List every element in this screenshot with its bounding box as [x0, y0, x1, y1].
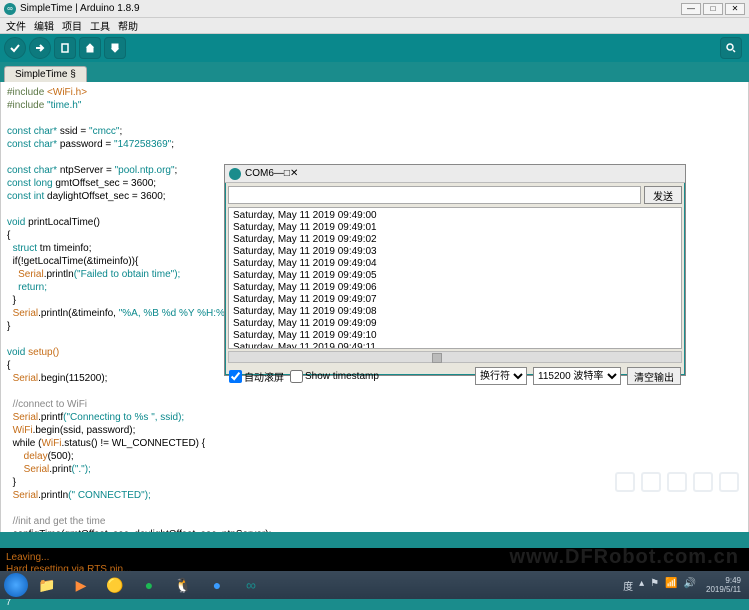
line-ending-select[interactable]: 换行符 — [475, 367, 527, 385]
menu-tools[interactable]: 工具 — [90, 18, 110, 33]
serial-close-button[interactable]: ✕ — [290, 168, 298, 179]
maximize-button[interactable]: □ — [703, 3, 723, 15]
titlebar: SimpleTime | Arduino 1.8.9 — □ ✕ — [0, 0, 749, 18]
baidu-icon: 度 — [623, 578, 633, 593]
serial-title: COM6 — [245, 168, 274, 179]
network-icon: 📶 — [665, 578, 677, 593]
menubar: 文件 编辑 项目 工具 帮助 — [0, 18, 749, 34]
serial-line: Saturday, May 11 2019 09:49:02 — [233, 234, 677, 246]
serial-line: Saturday, May 11 2019 09:49:11 — [233, 342, 677, 349]
chevron-up-icon: ▴ — [639, 578, 644, 593]
menu-edit[interactable]: 编辑 — [34, 18, 54, 33]
tray-icons[interactable]: 度 ▴ ⚑ 📶 🔊 — [623, 578, 696, 593]
arduino-icon — [4, 3, 16, 15]
toolbar — [0, 34, 749, 62]
serial-log[interactable]: Saturday, May 11 2019 09:49:00Saturday, … — [228, 207, 682, 349]
horizontal-scrollbar[interactable] — [228, 351, 682, 363]
timestamp-checkbox[interactable]: Show timestamp — [290, 370, 379, 383]
task-chrome[interactable]: 🟡 — [100, 574, 130, 596]
task-arduino[interactable]: ∞ — [236, 574, 266, 596]
serial-line: Saturday, May 11 2019 09:49:08 — [233, 306, 677, 318]
serial-line: Saturday, May 11 2019 09:49:00 — [233, 210, 677, 222]
faded-desktop-icons — [615, 472, 739, 492]
taskbar: 📁 ▶ 🟡 ● 🐧 ● ∞ 度 ▴ ⚑ 📶 🔊 9:49 2019/5/11 — [0, 571, 749, 599]
verify-button[interactable] — [4, 37, 26, 59]
new-button[interactable] — [54, 37, 76, 59]
task-media[interactable]: ▶ — [66, 574, 96, 596]
start-button[interactable] — [4, 573, 28, 597]
serial-minimize-button[interactable]: — — [274, 168, 284, 179]
serial-line: Saturday, May 11 2019 09:49:09 — [233, 318, 677, 330]
task-spotify[interactable]: ● — [134, 574, 164, 596]
upload-button[interactable] — [29, 37, 51, 59]
serial-line: Saturday, May 11 2019 09:49:04 — [233, 258, 677, 270]
minimize-button[interactable]: — — [681, 3, 701, 15]
tabbar: SimpleTime § — [0, 62, 749, 82]
serial-line: Saturday, May 11 2019 09:49:07 — [233, 294, 677, 306]
console-line: Leaving... — [6, 552, 743, 564]
serial-line: Saturday, May 11 2019 09:49:03 — [233, 246, 677, 258]
save-button[interactable] — [104, 37, 126, 59]
serial-monitor-window: COM6 — □ ✕ 发送 Saturday, May 11 2019 09:4… — [224, 164, 686, 376]
serial-titlebar: COM6 — □ ✕ — [225, 165, 685, 183]
menu-help[interactable]: 帮助 — [118, 18, 138, 33]
serial-line: Saturday, May 11 2019 09:49:05 — [233, 270, 677, 282]
serial-line: Saturday, May 11 2019 09:49:06 — [233, 282, 677, 294]
serial-send-button[interactable]: 发送 — [644, 186, 682, 204]
baud-select[interactable]: 115200 波特率 — [533, 367, 621, 385]
menu-file[interactable]: 文件 — [6, 18, 26, 33]
sound-icon: 🔊 — [684, 578, 696, 593]
serial-monitor-button[interactable] — [720, 37, 742, 59]
tray-clock[interactable]: 9:49 2019/5/11 — [706, 576, 745, 594]
serial-input[interactable] — [228, 186, 641, 204]
menu-sketch[interactable]: 项目 — [62, 18, 82, 33]
open-button[interactable] — [79, 37, 101, 59]
tab-simpletime[interactable]: SimpleTime § — [4, 66, 87, 82]
autoscroll-checkbox[interactable]: 自动滚屏 — [229, 369, 284, 384]
close-button[interactable]: ✕ — [725, 3, 745, 15]
flag-icon: ⚑ — [650, 578, 659, 593]
statusbar — [0, 532, 749, 548]
task-app1[interactable]: ● — [202, 574, 232, 596]
serial-line: Saturday, May 11 2019 09:49:01 — [233, 222, 677, 234]
clear-output-button[interactable]: 清空输出 — [627, 367, 681, 385]
serial-line: Saturday, May 11 2019 09:49:10 — [233, 330, 677, 342]
arduino-icon — [229, 168, 241, 180]
task-qq[interactable]: 🐧 — [168, 574, 198, 596]
task-explorer[interactable]: 📁 — [32, 574, 62, 596]
window-title: SimpleTime | Arduino 1.8.9 — [20, 3, 140, 14]
